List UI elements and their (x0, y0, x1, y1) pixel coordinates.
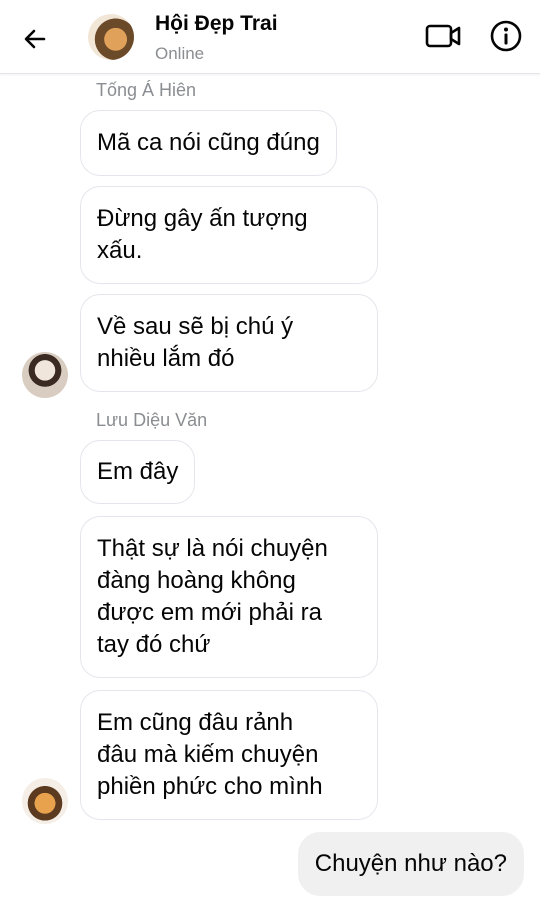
message-bubble[interactable]: Về sau sẽ bị chú ý nhiều lắm đó (80, 294, 378, 392)
message-line: xấu. (97, 237, 143, 264)
message-line: nhiều lắm đó (97, 345, 235, 372)
message-bubble[interactable]: Mã ca nói cũng đúng (80, 110, 337, 176)
sender-avatar[interactable] (22, 778, 68, 824)
chat-header: Hội Đẹp Trai Online (0, 0, 540, 74)
back-arrow-icon (24, 29, 46, 49)
message-line: đàng hoàng không (97, 567, 296, 594)
message-text: Em đây (97, 458, 179, 485)
message-bubble[interactable]: Em đây (80, 440, 196, 504)
outgoing-message-bubble[interactable]: Chuyện như nào? (297, 832, 524, 896)
online-status: Online (155, 44, 205, 63)
message-text: Mã ca nói cũng đúng (97, 129, 320, 156)
sender-name: Lưu Diệu Văn (96, 410, 208, 430)
video-call-icon (425, 24, 461, 48)
message-bubble[interactable]: Đừng gây ấn tượng xấu. (80, 186, 378, 284)
message-line: Đừng gây ấn tượng (97, 205, 308, 232)
chat-title[interactable]: Hội Đẹp Trai (155, 12, 278, 36)
message-line: được em mới phải ra (97, 599, 322, 626)
sender-name: Tống Á Hiên (96, 80, 197, 100)
message-line: Về sau sẽ bị chú ý (97, 313, 294, 340)
group-avatar[interactable] (88, 14, 134, 60)
message-line: tay đó chứ (97, 631, 211, 658)
info-icon (490, 20, 522, 52)
message-text: Chuyện như nào? (314, 850, 507, 877)
back-button[interactable] (18, 22, 52, 56)
sender-avatar[interactable] (22, 352, 68, 398)
message-line: Em cũng đâu rảnh (97, 709, 294, 736)
info-button[interactable] (488, 18, 524, 54)
message-line: Thật sự là nói chuyện (97, 535, 328, 562)
message-bubble[interactable]: Thật sự là nói chuyện đàng hoàng không đ… (80, 516, 378, 678)
message-line: đâu mà kiếm chuyện (97, 741, 319, 768)
video-call-button[interactable] (424, 20, 462, 52)
message-bubble[interactable]: Em cũng đâu rảnh đâu mà kiếm chuyện phiề… (80, 690, 378, 820)
message-line: phiền phức cho mình (97, 773, 323, 800)
